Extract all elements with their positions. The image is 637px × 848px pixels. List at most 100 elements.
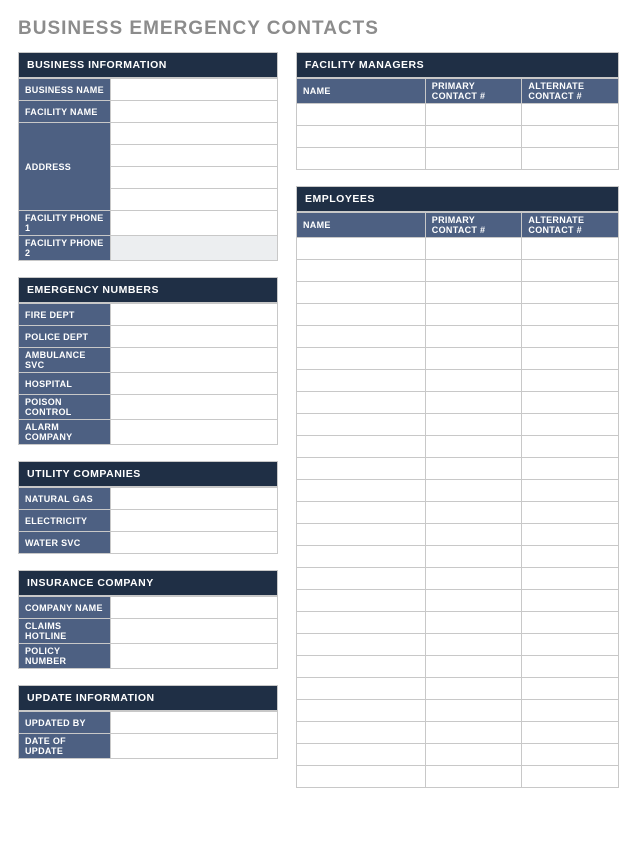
emp-alternate-cell[interactable] xyxy=(522,238,619,260)
emp-alternate-cell[interactable] xyxy=(522,304,619,326)
fire-dept-input[interactable] xyxy=(111,304,278,326)
emp-name-cell[interactable] xyxy=(297,480,426,502)
emp-name-cell[interactable] xyxy=(297,414,426,436)
emp-primary-cell[interactable] xyxy=(425,304,522,326)
emp-name-cell[interactable] xyxy=(297,348,426,370)
policy-number-input[interactable] xyxy=(111,644,278,669)
emp-primary-cell[interactable] xyxy=(425,722,522,744)
emp-name-cell[interactable] xyxy=(297,766,426,788)
emp-primary-cell[interactable] xyxy=(425,744,522,766)
business-name-input[interactable] xyxy=(111,79,278,101)
electricity-input[interactable] xyxy=(111,510,278,532)
emp-alternate-cell[interactable] xyxy=(522,414,619,436)
emp-name-cell[interactable] xyxy=(297,238,426,260)
date-of-update-input[interactable] xyxy=(111,734,278,759)
emp-primary-cell[interactable] xyxy=(425,502,522,524)
emp-alternate-cell[interactable] xyxy=(522,282,619,304)
emp-name-cell[interactable] xyxy=(297,304,426,326)
address-input-2[interactable] xyxy=(111,145,278,167)
hospital-input[interactable] xyxy=(111,373,278,395)
emp-alternate-cell[interactable] xyxy=(522,766,619,788)
emp-name-cell[interactable] xyxy=(297,436,426,458)
emp-name-cell[interactable] xyxy=(297,612,426,634)
emp-name-cell[interactable] xyxy=(297,656,426,678)
emp-name-cell[interactable] xyxy=(297,524,426,546)
emp-primary-cell[interactable] xyxy=(425,260,522,282)
emp-primary-cell[interactable] xyxy=(425,348,522,370)
water-svc-input[interactable] xyxy=(111,532,278,554)
emp-primary-cell[interactable] xyxy=(425,392,522,414)
fm-name-cell[interactable] xyxy=(297,148,426,170)
emp-primary-cell[interactable] xyxy=(425,612,522,634)
emp-alternate-cell[interactable] xyxy=(522,392,619,414)
emp-primary-cell[interactable] xyxy=(425,326,522,348)
emp-primary-cell[interactable] xyxy=(425,634,522,656)
fm-primary-cell[interactable] xyxy=(425,104,522,126)
emp-name-cell[interactable] xyxy=(297,546,426,568)
emp-alternate-cell[interactable] xyxy=(522,568,619,590)
facility-phone1-input[interactable] xyxy=(111,211,278,236)
emp-alternate-cell[interactable] xyxy=(522,436,619,458)
emp-primary-cell[interactable] xyxy=(425,546,522,568)
emp-primary-cell[interactable] xyxy=(425,414,522,436)
emp-primary-cell[interactable] xyxy=(425,282,522,304)
ambulance-svc-input[interactable] xyxy=(111,348,278,373)
emp-name-cell[interactable] xyxy=(297,370,426,392)
fm-alternate-cell[interactable] xyxy=(522,104,619,126)
emp-alternate-cell[interactable] xyxy=(522,502,619,524)
fm-primary-cell[interactable] xyxy=(425,126,522,148)
updated-by-input[interactable] xyxy=(111,712,278,734)
natural-gas-input[interactable] xyxy=(111,488,278,510)
emp-primary-cell[interactable] xyxy=(425,678,522,700)
emp-primary-cell[interactable] xyxy=(425,590,522,612)
emp-primary-cell[interactable] xyxy=(425,568,522,590)
emp-name-cell[interactable] xyxy=(297,744,426,766)
emp-alternate-cell[interactable] xyxy=(522,656,619,678)
claims-hotline-input[interactable] xyxy=(111,619,278,644)
address-input-3[interactable] xyxy=(111,167,278,189)
emp-name-cell[interactable] xyxy=(297,722,426,744)
poison-control-input[interactable] xyxy=(111,395,278,420)
emp-alternate-cell[interactable] xyxy=(522,348,619,370)
company-name-input[interactable] xyxy=(111,597,278,619)
emp-primary-cell[interactable] xyxy=(425,524,522,546)
emp-name-cell[interactable] xyxy=(297,678,426,700)
emp-alternate-cell[interactable] xyxy=(522,546,619,568)
emp-name-cell[interactable] xyxy=(297,502,426,524)
fm-alternate-cell[interactable] xyxy=(522,126,619,148)
address-input-4[interactable] xyxy=(111,189,278,211)
emp-primary-cell[interactable] xyxy=(425,700,522,722)
emp-alternate-cell[interactable] xyxy=(522,700,619,722)
address-input-1[interactable] xyxy=(111,123,278,145)
emp-name-cell[interactable] xyxy=(297,634,426,656)
emp-primary-cell[interactable] xyxy=(425,238,522,260)
police-dept-input[interactable] xyxy=(111,326,278,348)
alarm-company-input[interactable] xyxy=(111,420,278,445)
emp-primary-cell[interactable] xyxy=(425,370,522,392)
emp-alternate-cell[interactable] xyxy=(522,260,619,282)
emp-alternate-cell[interactable] xyxy=(522,458,619,480)
facility-phone2-input[interactable] xyxy=(111,236,278,261)
emp-primary-cell[interactable] xyxy=(425,480,522,502)
emp-name-cell[interactable] xyxy=(297,260,426,282)
emp-primary-cell[interactable] xyxy=(425,436,522,458)
emp-alternate-cell[interactable] xyxy=(522,480,619,502)
emp-alternate-cell[interactable] xyxy=(522,524,619,546)
emp-alternate-cell[interactable] xyxy=(522,634,619,656)
fm-alternate-cell[interactable] xyxy=(522,148,619,170)
emp-name-cell[interactable] xyxy=(297,568,426,590)
fm-name-cell[interactable] xyxy=(297,126,426,148)
emp-alternate-cell[interactable] xyxy=(522,678,619,700)
emp-alternate-cell[interactable] xyxy=(522,612,619,634)
emp-alternate-cell[interactable] xyxy=(522,722,619,744)
fm-primary-cell[interactable] xyxy=(425,148,522,170)
emp-primary-cell[interactable] xyxy=(425,656,522,678)
emp-name-cell[interactable] xyxy=(297,326,426,348)
facility-name-input[interactable] xyxy=(111,101,278,123)
fm-name-cell[interactable] xyxy=(297,104,426,126)
emp-alternate-cell[interactable] xyxy=(522,590,619,612)
emp-alternate-cell[interactable] xyxy=(522,326,619,348)
emp-name-cell[interactable] xyxy=(297,282,426,304)
emp-name-cell[interactable] xyxy=(297,458,426,480)
emp-name-cell[interactable] xyxy=(297,700,426,722)
